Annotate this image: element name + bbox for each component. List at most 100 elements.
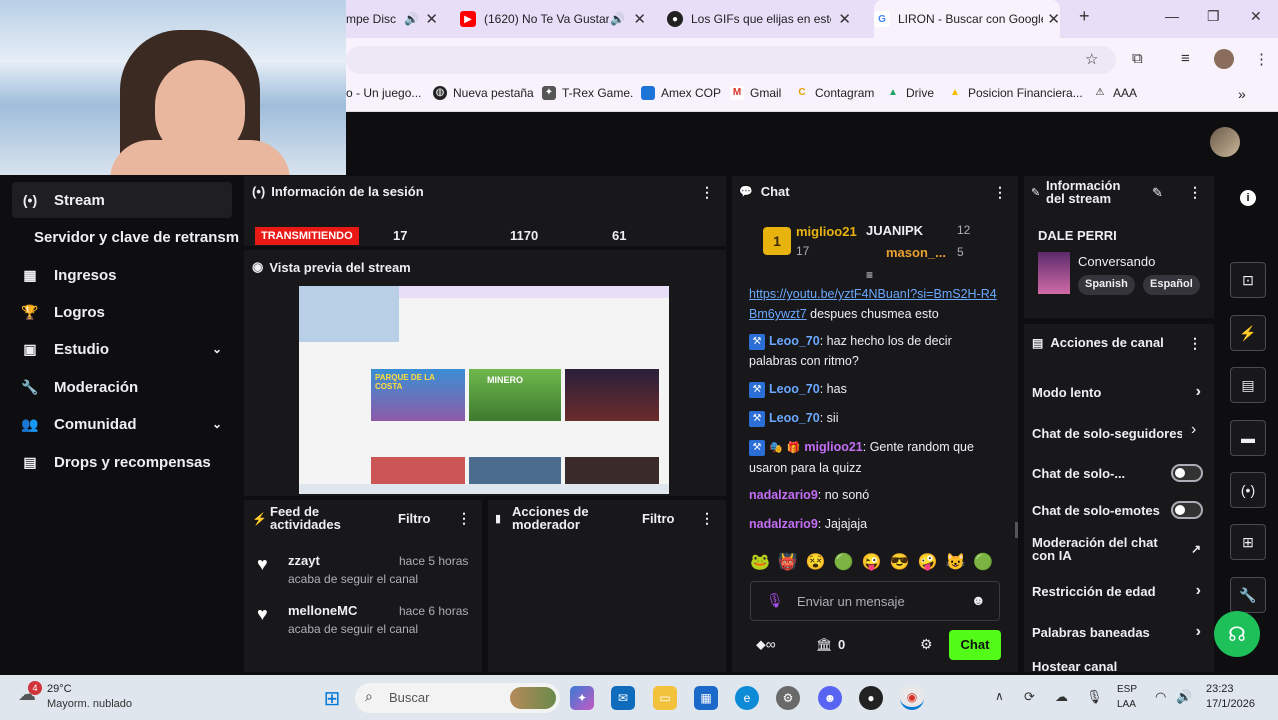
bookmark[interactable]: ⚠ AAA: [1093, 86, 1137, 100]
close-tab-icon[interactable]: ✕: [1047, 10, 1060, 28]
more-options-icon[interactable]: ⋮: [1188, 184, 1202, 201]
rail-bolt-button[interactable]: ⚡: [1230, 315, 1266, 351]
microphone-icon[interactable]: 🎙: [766, 592, 784, 609]
action-solo-seguidores[interactable]: Chat de solo-seguidores: [1032, 424, 1182, 442]
more-options-icon[interactable]: ⋮: [1188, 335, 1202, 352]
nav-comunidad[interactable]: 👥 Comunidad ⌄: [12, 406, 232, 442]
emote-icon[interactable]: 😎: [890, 552, 910, 572]
rail-notes-button[interactable]: ▤: [1230, 367, 1266, 403]
more-bookmarks-icon[interactable]: »: [1238, 86, 1246, 102]
new-tab-button[interactable]: +: [1079, 6, 1090, 27]
speaker-icon[interactable]: 🔊: [610, 12, 625, 26]
action-modo-lento[interactable]: Modo lento ›: [1032, 383, 1207, 401]
info-icon[interactable]: i: [1240, 190, 1256, 206]
nav-moderacion[interactable]: 🔧 Moderación: [12, 369, 232, 405]
filter-button[interactable]: Filtro: [642, 511, 675, 526]
action-restriccion-edad[interactable]: Restricción de edad ›: [1032, 582, 1207, 600]
rail-layout-button[interactable]: ⊞: [1230, 524, 1266, 560]
store-icon[interactable]: ▦: [694, 686, 718, 710]
edge-icon[interactable]: e: [735, 686, 759, 710]
emote-icon[interactable]: 🤪: [918, 552, 938, 572]
emote-icon[interactable]: 😵: [806, 552, 826, 572]
action-solo-emotes[interactable]: Chat de solo-emotes: [1032, 501, 1207, 519]
chevron-right-icon[interactable]: ›: [1191, 421, 1196, 439]
emote-icon[interactable]: 🟢: [834, 552, 854, 572]
nav-server-key[interactable]: Servidor y clave de retransm: [28, 219, 242, 255]
chat-username[interactable]: Leoo_70: [769, 334, 820, 348]
nav-logros[interactable]: 🏆 Logros: [12, 294, 232, 330]
nav-stream[interactable]: (•) Stream: [12, 182, 232, 218]
bookmark[interactable]: ▲ Posicion Financiera...: [948, 86, 1083, 100]
star-icon[interactable]: ☆: [1085, 50, 1098, 68]
copilot-icon[interactable]: ✦: [570, 686, 594, 710]
chat-username[interactable]: nadalzario9: [749, 517, 818, 531]
emote-icon[interactable]: 😺: [945, 552, 965, 572]
media-controls-icon[interactable]: ≡: [1181, 50, 1190, 67]
chat-scrollbar[interactable]: [1015, 522, 1018, 538]
tag[interactable]: Spanish: [1078, 275, 1135, 295]
collapse-icon[interactable]: ≡: [866, 268, 873, 282]
rail-chat-button[interactable]: ▬: [1230, 420, 1266, 456]
tab-discord[interactable]: mpe Disco 🔊 ✕: [346, 0, 438, 38]
leaderboard-user[interactable]: JUANIPK: [866, 223, 923, 238]
user-avatar[interactable]: [1210, 127, 1240, 157]
action-hostear-canal[interactable]: Hostear canal: [1032, 659, 1207, 673]
menu-icon[interactable]: ⋮: [1254, 50, 1269, 68]
bookmark[interactable]: M Gmail: [730, 86, 781, 100]
file-explorer-icon[interactable]: ▭: [653, 686, 677, 710]
gear-icon[interactable]: ⚙: [920, 636, 933, 653]
tab-gifs[interactable]: ● Los GIFs que elijas en este t ✕: [667, 0, 851, 38]
close-tab-icon[interactable]: ✕: [633, 10, 646, 28]
wifi-icon[interactable]: ◠: [1155, 689, 1166, 705]
nav-estudio[interactable]: ▣ Estudio ⌄: [12, 331, 232, 367]
outlook-icon[interactable]: ✉: [611, 686, 635, 710]
chat-username[interactable]: miglioo21: [804, 440, 862, 454]
language-code[interactable]: ESP: [1117, 684, 1137, 695]
category-name[interactable]: Conversando: [1078, 254, 1155, 269]
tray-chevron-icon[interactable]: ∧: [995, 689, 1004, 703]
action-solo-suscriptores[interactable]: Chat de solo-...: [1032, 464, 1207, 482]
more-options-icon[interactable]: ⋮: [457, 510, 471, 527]
chat-username[interactable]: nadalzario9: [749, 488, 818, 502]
rail-camera-button[interactable]: ⊡: [1230, 262, 1266, 298]
profile-avatar[interactable]: [1214, 49, 1234, 69]
clock-date[interactable]: 17/1/2026: [1206, 698, 1255, 710]
nav-drops[interactable]: ▤ Drops y recompensas: [12, 444, 232, 480]
tag[interactable]: Español: [1143, 275, 1200, 295]
leaderboard-user[interactable]: miglioo21: [796, 224, 857, 239]
speaker-icon[interactable]: 🔊: [404, 12, 419, 26]
discord-icon[interactable]: ☻: [818, 686, 842, 710]
activity-user[interactable]: melloneMC: [288, 603, 357, 618]
sync-icon[interactable]: ⟳: [1024, 689, 1035, 705]
more-options-icon[interactable]: ⋮: [700, 510, 714, 527]
action-palabras-baneadas[interactable]: Palabras baneadas ›: [1032, 623, 1207, 641]
emoji-picker-icon[interactable]: ☻: [971, 592, 986, 608]
cloud-icon[interactable]: ☁: [1055, 689, 1068, 705]
emote-icon[interactable]: 🐸: [750, 552, 770, 572]
clock-time[interactable]: 23:23: [1206, 683, 1234, 695]
close-tab-icon[interactable]: ✕: [838, 10, 851, 28]
leaderboard-user[interactable]: mason_...: [886, 245, 946, 260]
stream-preview-video[interactable]: PARQUE DE LA COSTA MINERO: [299, 286, 669, 494]
bookmark[interactable]: ✦ T-Rex Game.: [542, 86, 633, 100]
support-button[interactable]: ☊: [1214, 611, 1260, 657]
close-tab-icon[interactable]: ✕: [425, 10, 438, 28]
bookmark[interactable]: C Contagram: [795, 86, 874, 100]
address-bar[interactable]: [346, 46, 1116, 74]
nav-ingresos[interactable]: ▦ Ingresos: [12, 257, 232, 293]
volume-icon[interactable]: 🔊: [1176, 689, 1192, 705]
emote-icon[interactable]: 👹: [778, 552, 798, 572]
chat-username[interactable]: Leoo_70: [769, 382, 820, 396]
bookmark[interactable]: ▲ Drive: [886, 86, 934, 100]
emote-icon[interactable]: 🟢: [973, 552, 993, 572]
rail-broadcast-button[interactable]: (•): [1230, 472, 1266, 508]
action-moderacion-ia[interactable]: Moderación del chat con IA ↗: [1032, 535, 1207, 563]
activity-user[interactable]: zzayt: [288, 553, 320, 568]
bookmark[interactable]: Amex COP: [641, 86, 721, 100]
minimize-button[interactable]: —: [1165, 8, 1179, 24]
more-options-icon[interactable]: ⋮: [700, 184, 714, 201]
windows-start-icon[interactable]: ⊞: [320, 686, 344, 710]
category-thumbnail[interactable]: [1038, 252, 1070, 294]
tab-youtube[interactable]: ▶ (1620) No Te Va Gustar - 🔊 ✕: [460, 0, 646, 38]
toggle-switch[interactable]: [1171, 464, 1203, 482]
